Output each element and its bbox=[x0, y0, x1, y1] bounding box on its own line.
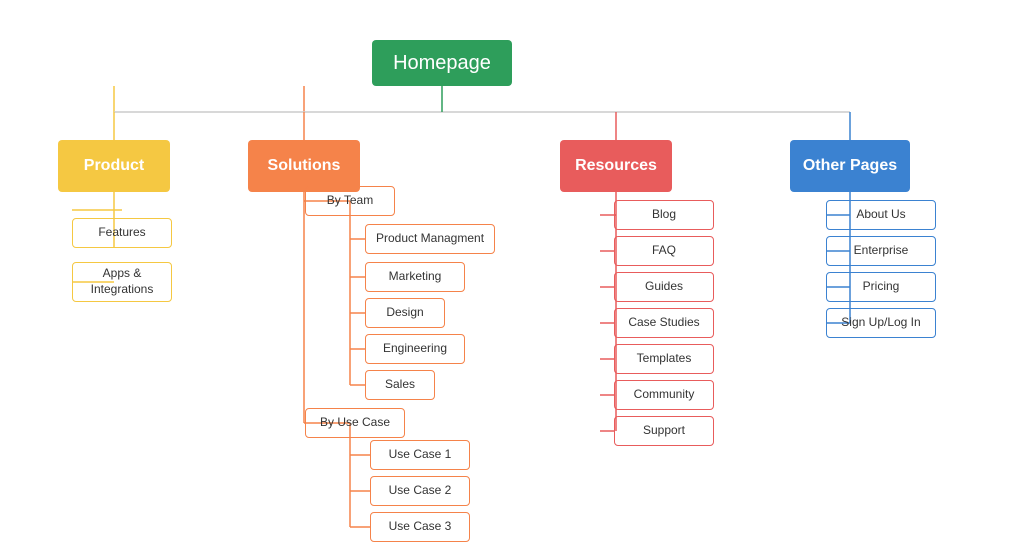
apps-label: Apps & Integrations bbox=[73, 266, 171, 297]
enterprise-node: Enterprise bbox=[826, 236, 936, 266]
features-node: Features bbox=[72, 218, 172, 248]
sales-node: Sales bbox=[365, 370, 435, 400]
pricing-label: Pricing bbox=[863, 279, 900, 295]
solutions-label: Solutions bbox=[268, 156, 341, 177]
apps-node: Apps & Integrations bbox=[72, 262, 172, 302]
resources-node: Resources bbox=[560, 140, 672, 192]
casestudies-label: Case Studies bbox=[628, 315, 699, 331]
byusecase-node: By Use Case bbox=[305, 408, 405, 438]
support-node: Support bbox=[614, 416, 714, 446]
homepage-node: Homepage bbox=[372, 40, 512, 86]
templates-label: Templates bbox=[637, 351, 692, 367]
casestudies-node: Case Studies bbox=[614, 308, 714, 338]
features-label: Features bbox=[98, 225, 145, 241]
solutions-node: Solutions bbox=[248, 140, 360, 192]
faq-node: FAQ bbox=[614, 236, 714, 266]
product-node: Product bbox=[58, 140, 170, 192]
sitemap-diagram: Homepage Product Solutions Resources Oth… bbox=[0, 0, 1024, 538]
pm-node: Product Managment bbox=[365, 224, 495, 254]
otherpages-label: Other Pages bbox=[803, 156, 897, 177]
signup-node: Sign Up/Log In bbox=[826, 308, 936, 338]
community-label: Community bbox=[634, 387, 695, 403]
signup-label: Sign Up/Log In bbox=[841, 315, 920, 331]
engineering-node: Engineering bbox=[365, 334, 465, 364]
community-node: Community bbox=[614, 380, 714, 410]
guides-label: Guides bbox=[645, 279, 683, 295]
pricing-node: Pricing bbox=[826, 272, 936, 302]
uc2-node: Use Case 2 bbox=[370, 476, 470, 506]
uc1-label: Use Case 1 bbox=[389, 447, 452, 463]
aboutus-label: About Us bbox=[856, 207, 905, 223]
blog-node: Blog bbox=[614, 200, 714, 230]
marketing-label: Marketing bbox=[389, 269, 442, 285]
guides-node: Guides bbox=[614, 272, 714, 302]
sales-label: Sales bbox=[385, 377, 415, 393]
aboutus-node: About Us bbox=[826, 200, 936, 230]
design-label: Design bbox=[386, 305, 423, 321]
byteam-node: By Team bbox=[305, 186, 395, 216]
support-label: Support bbox=[643, 423, 685, 439]
marketing-node: Marketing bbox=[365, 262, 465, 292]
design-node: Design bbox=[365, 298, 445, 328]
resources-label: Resources bbox=[575, 156, 657, 177]
enterprise-label: Enterprise bbox=[854, 243, 909, 259]
blog-label: Blog bbox=[652, 207, 676, 223]
homepage-label: Homepage bbox=[393, 50, 491, 76]
uc1-node: Use Case 1 bbox=[370, 440, 470, 470]
byteam-label: By Team bbox=[327, 193, 373, 209]
faq-label: FAQ bbox=[652, 243, 676, 259]
templates-node: Templates bbox=[614, 344, 714, 374]
engineering-label: Engineering bbox=[383, 341, 447, 357]
uc2-label: Use Case 2 bbox=[389, 483, 452, 499]
pm-label: Product Managment bbox=[376, 231, 484, 247]
byusecase-label: By Use Case bbox=[320, 415, 390, 431]
otherpages-node: Other Pages bbox=[790, 140, 910, 192]
product-label: Product bbox=[84, 156, 144, 177]
uc3-label: Use Case 3 bbox=[389, 519, 452, 535]
